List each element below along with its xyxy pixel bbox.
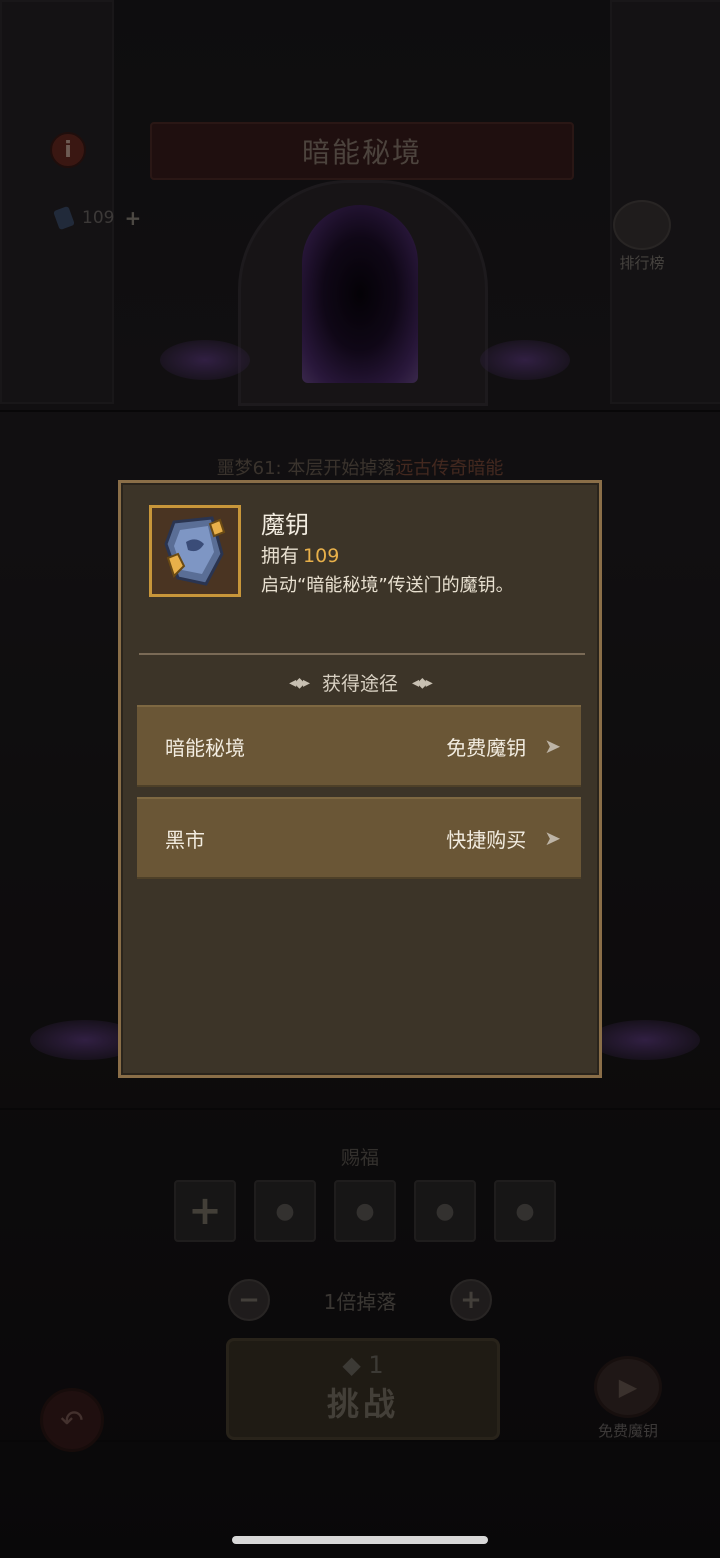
divider (139, 653, 585, 655)
item-info-dialog: 魔钥 拥有 109 启动“暗能秘境”传送门的魔钥。 ◂◆▸ 获得途径 ◂◆▸ 暗能… (118, 480, 602, 1078)
item-name: 魔钥 (261, 511, 309, 539)
item-description: 启动“暗能秘境”传送门的魔钥。 (261, 575, 514, 596)
source-name: 暗能秘境 (165, 735, 245, 760)
source-action: 免费魔钥 ➤ (446, 734, 561, 760)
owned-count: 109 (303, 545, 340, 567)
chevron-right-icon: ➤ (544, 826, 561, 850)
item-icon-frame (149, 505, 241, 597)
sources-title: ◂◆▸ 获得途径 ◂◆▸ (289, 673, 433, 695)
source-name: 黑市 (165, 827, 205, 852)
item-owned: 拥有 109 (261, 545, 340, 567)
home-indicator[interactable] (232, 1536, 488, 1544)
source-action: 快捷购买 ➤ (446, 826, 561, 852)
ornament-icon: ◂◆▸ (289, 674, 310, 691)
chevron-right-icon: ➤ (544, 734, 561, 758)
source-row-black-market[interactable]: 黑市 快捷购买 ➤ (137, 797, 581, 879)
ornament-icon: ◂◆▸ (412, 674, 433, 691)
source-row-dark-realm[interactable]: 暗能秘境 免费魔钥 ➤ (137, 705, 581, 787)
magic-key-icon (164, 516, 226, 586)
